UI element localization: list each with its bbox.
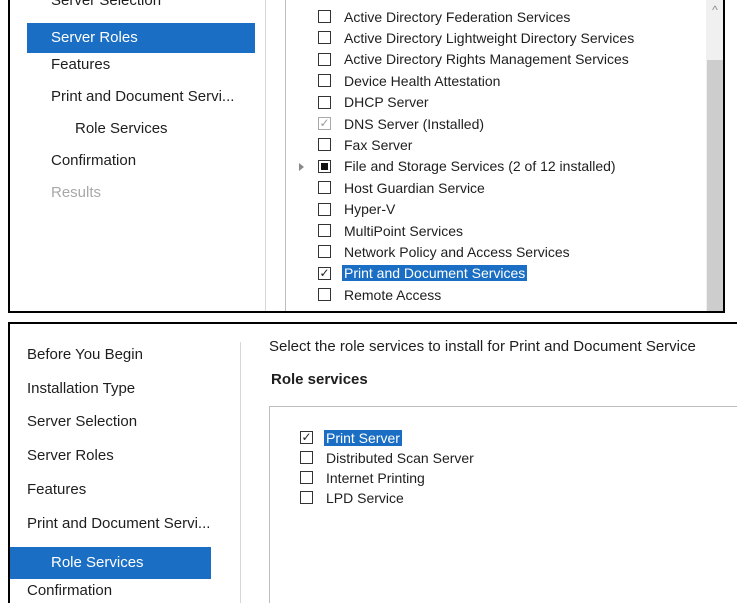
- nav-item-before-you-begin[interactable]: Before You Begin: [27, 345, 143, 365]
- checkbox-label: File and Storage Services (2 of 12 insta…: [344, 158, 616, 175]
- nav-item-label: Server Roles: [27, 447, 114, 465]
- nav-item-server-roles[interactable]: Server Roles: [27, 446, 114, 466]
- checkbox[interactable]: [318, 159, 331, 173]
- checkbox[interactable]: [318, 245, 331, 259]
- nav-item-confirmation[interactable]: Confirmation: [51, 151, 136, 171]
- checkbox-row[interactable]: Active Directory Rights Management Servi…: [318, 50, 629, 69]
- nav-item-server-selection[interactable]: Server Selection: [27, 412, 137, 432]
- nav-item-server-roles[interactable]: Server Roles: [27, 23, 255, 53]
- checkbox-label: Network Policy and Access Services: [344, 243, 570, 260]
- checkbox[interactable]: [300, 471, 313, 484]
- checkbox[interactable]: [318, 181, 331, 195]
- checkbox[interactable]: [318, 10, 331, 23]
- role-services-list[interactable]: ✓ Print Server Distributed Scan Server Inte…: [269, 406, 737, 603]
- role-services-heading: Role services: [271, 371, 368, 388]
- checkbox-row[interactable]: Fax Server: [318, 135, 412, 154]
- checkbox[interactable]: [318, 202, 331, 216]
- nav-item-label: Print and Document Servi...: [51, 88, 235, 105]
- scroll-thumb[interactable]: [707, 60, 723, 311]
- nav-item-label: Before You Begin: [27, 346, 143, 363]
- checkbox[interactable]: [318, 95, 331, 109]
- checkbox-row[interactable]: Network Policy and Access Services: [318, 242, 570, 261]
- nav-item-label: Confirmation: [27, 581, 113, 599]
- checkbox-label: Fax Server: [344, 136, 413, 153]
- nav-divider: [240, 342, 241, 603]
- nav-item-label: Results: [51, 184, 102, 201]
- checkbox-row[interactable]: ✓ DNS Server (Installed): [318, 114, 484, 133]
- checkbox-label: Remote Access: [344, 286, 442, 303]
- nav-item-label: Server Selection: [27, 413, 138, 431]
- checkbox-label: Device Health Attestation: [344, 72, 501, 89]
- nav-item-role-services[interactable]: Role Services: [51, 119, 168, 139]
- nav-item-label: Server Selection: [51, 0, 162, 9]
- checkbox[interactable]: [318, 138, 331, 152]
- nav-item-role-services[interactable]: Role Services: [10, 547, 211, 579]
- checkbox-label: DNS Server (Installed): [344, 115, 485, 132]
- nav-item-label: Installation Type: [27, 379, 136, 397]
- checkbox-label: Print and Document Services: [342, 265, 528, 282]
- nav-item-label: Print and Document Servi...: [27, 514, 211, 532]
- nav-item-label: Confirmation: [51, 152, 137, 169]
- checkbox-row[interactable]: ✓ Print Server: [300, 428, 402, 447]
- checkbox-label: DHCP Server: [344, 94, 429, 111]
- checkbox[interactable]: ✓: [318, 266, 331, 280]
- checkbox[interactable]: [300, 491, 313, 504]
- nav-item-label: Role Services: [75, 120, 168, 137]
- checkbox-label: Active Directory Lightweight Directory S…: [344, 29, 635, 46]
- checkbox-row[interactable]: Hyper-V: [318, 200, 395, 219]
- instruction-text: Select the role services to install for …: [269, 338, 696, 355]
- expand-arrow-icon[interactable]: [299, 162, 304, 171]
- checkbox-label: MultiPoint Services: [344, 222, 464, 239]
- checkbox-label: Print Server: [324, 429, 402, 446]
- roles-scrollbar[interactable]: ^: [706, 0, 723, 311]
- checkbox-label: Active Directory Rights Management Servi…: [344, 51, 629, 68]
- checkbox[interactable]: ✓: [300, 431, 313, 444]
- nav-item-installation-type[interactable]: Installation Type: [27, 379, 135, 399]
- checkbox[interactable]: [318, 224, 331, 237]
- nav-divider: [265, 0, 266, 311]
- checkbox-row[interactable]: Active Directory Federation Services: [318, 7, 570, 26]
- checkbox-row[interactable]: DHCP Server: [318, 93, 429, 112]
- checkbox-label: Active Directory Federation Services: [344, 8, 571, 25]
- checkbox[interactable]: [318, 74, 331, 88]
- checkbox-label: Host Guardian Service: [344, 179, 485, 196]
- nav-item-confirmation[interactable]: Confirmation: [27, 581, 112, 601]
- checkbox-label: Internet Printing: [326, 469, 425, 486]
- checkbox-row[interactable]: Host Guardian Service: [318, 178, 485, 197]
- checkbox-row[interactable]: Device Health Attestation: [318, 71, 500, 90]
- nav-item-server-selection[interactable]: Server Selection: [51, 0, 161, 11]
- nav-item-label: Features: [27, 480, 87, 498]
- checkbox: ✓: [318, 116, 331, 130]
- checkbox[interactable]: [318, 52, 331, 66]
- nav-item-features[interactable]: Features: [51, 55, 110, 75]
- checkbox-row[interactable]: ✓ Print and Document Services: [318, 264, 528, 283]
- nav-item-features[interactable]: Features: [27, 480, 86, 500]
- nav-item-print-and-document-servi[interactable]: Print and Document Servi...: [27, 514, 210, 534]
- roles-list[interactable]: Active Directory Federation Services Acti…: [285, 0, 723, 311]
- nav-item-label: Features: [51, 56, 111, 73]
- checkbox-row[interactable]: Remote Access: [318, 285, 441, 304]
- checkbox-row[interactable]: Internet Printing: [300, 468, 425, 487]
- nav-item-label: Role Services: [51, 554, 144, 572]
- checkbox-row[interactable]: Distributed Scan Server: [300, 448, 474, 467]
- checkbox-row[interactable]: Active Directory Lightweight Directory S…: [318, 28, 634, 47]
- checkbox-row[interactable]: File and Storage Services (2 of 12 insta…: [318, 157, 616, 176]
- checkbox[interactable]: [318, 288, 331, 302]
- server-roles-panel: Server Selection Server Roles Features Prin…: [8, 0, 725, 313]
- checkbox-label: Distributed Scan Server: [326, 449, 474, 466]
- checkbox[interactable]: [300, 451, 313, 464]
- checkbox-label: Hyper-V: [344, 201, 396, 218]
- checkbox-row[interactable]: LPD Service: [300, 488, 404, 507]
- checkbox[interactable]: [318, 31, 331, 45]
- role-services-panel: Before You Begin Installation Type Server …: [8, 322, 737, 603]
- nav-item-results: Results: [51, 183, 101, 203]
- nav-item-label: Server Roles: [51, 29, 138, 46]
- checkbox-label: LPD Service: [326, 489, 404, 506]
- checkbox-row[interactable]: MultiPoint Services: [318, 221, 463, 240]
- nav-item-print-and-document-servi[interactable]: Print and Document Servi...: [51, 87, 234, 107]
- scroll-up-icon[interactable]: ^: [706, 2, 723, 18]
